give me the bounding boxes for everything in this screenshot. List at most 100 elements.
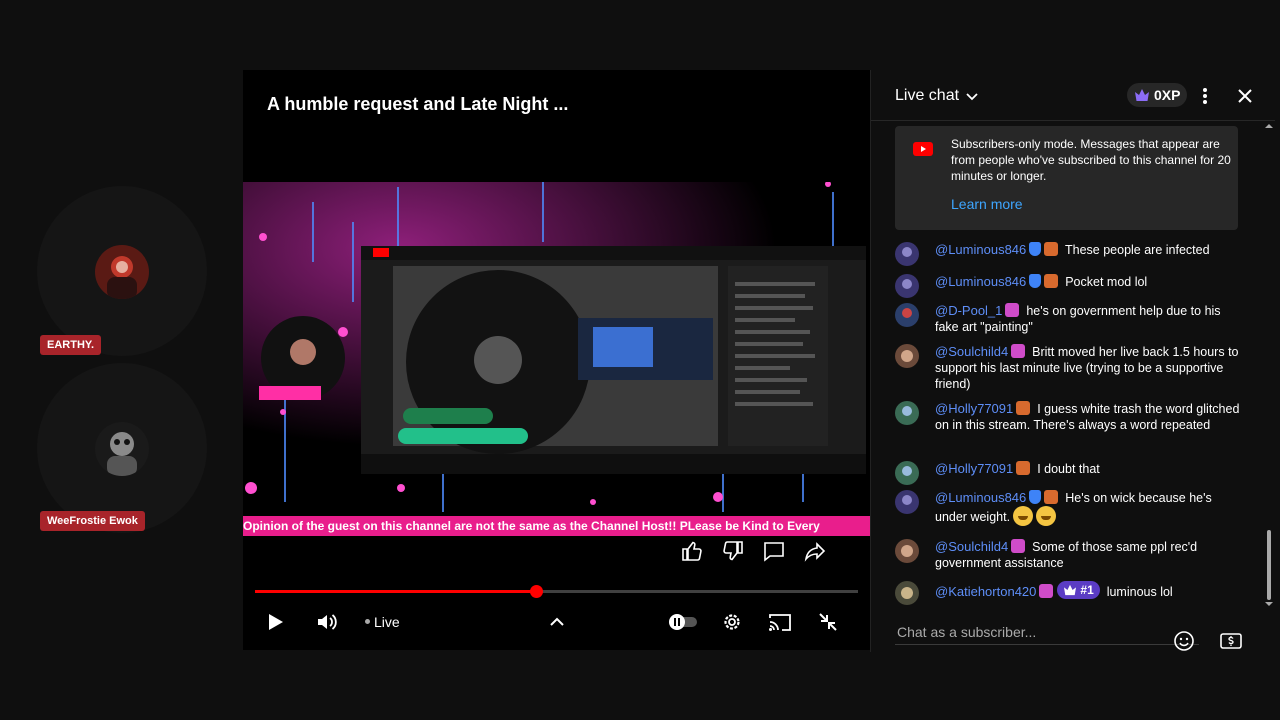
super-chat-icon: [1220, 633, 1242, 649]
notice-text: Subscribers-only mode. Messages that app…: [951, 137, 1231, 183]
crown-icon: [1064, 584, 1077, 596]
scroll-thumb[interactable]: [1267, 530, 1271, 600]
reaction-bar: [679, 538, 828, 564]
play-button[interactable]: [261, 608, 289, 636]
message-author[interactable]: @Katiehorton420: [935, 584, 1036, 599]
chat-message[interactable]: @Soulchild4 Britt moved her live back 1.…: [895, 344, 1240, 392]
member-badge-icon: [1044, 242, 1059, 256]
progress-scrubber[interactable]: [529, 585, 543, 598]
chat-message[interactable]: @Holly77091 I doubt that: [895, 461, 1240, 485]
xp-value: 0XP: [1154, 87, 1181, 103]
volume-icon: [318, 614, 337, 630]
player-controls: Live: [243, 606, 870, 638]
message-author[interactable]: @Luminous846: [935, 274, 1026, 289]
grinning-emoji-icon: [1013, 506, 1034, 526]
share-button[interactable]: [802, 538, 828, 564]
chat-message[interactable]: @D-Pool_1 he's on government help due to…: [895, 303, 1240, 335]
comment-icon: [764, 542, 784, 562]
message-text: Pocket mod lol: [1065, 275, 1148, 289]
message-author[interactable]: @Holly77091: [935, 401, 1013, 416]
news-ticker: Opinion of the guest on this channel are…: [243, 516, 870, 536]
chapters-button[interactable]: [543, 608, 571, 636]
chat-input-row: [871, 616, 1275, 652]
message-text: These people are infected: [1065, 243, 1210, 257]
avatar: [895, 303, 919, 327]
chat-input[interactable]: [895, 620, 1199, 645]
member-badge-icon: [1039, 584, 1054, 598]
play-icon: [269, 614, 283, 630]
chat-title: Live chat: [895, 87, 960, 104]
chat-message[interactable]: @Katiehorton420 #1 luminous lol: [895, 581, 1240, 605]
more-vert-icon: [1203, 88, 1207, 104]
chat-mode-dropdown[interactable]: Live chat: [895, 87, 979, 105]
exit-fullscreen-icon: [819, 613, 837, 631]
avatar: [95, 245, 149, 299]
chat-header: Live chat 0XP: [871, 70, 1275, 121]
avatar: [895, 344, 919, 368]
volume-button[interactable]: [313, 608, 341, 636]
thumb-down-icon: [723, 541, 743, 561]
live-chat-panel: Live chat 0XP Subscribers-only mode. Mes…: [870, 70, 1275, 652]
thumb-up-icon: [682, 541, 702, 561]
cast-button[interactable]: [766, 608, 794, 636]
message-author[interactable]: @Holly77091: [935, 461, 1013, 476]
message-author[interactable]: @Soulchild4: [935, 539, 1008, 554]
avatar: [95, 422, 149, 476]
learn-more-link[interactable]: Learn more: [951, 196, 1023, 212]
stream-video-frame[interactable]: [243, 182, 870, 512]
message-author[interactable]: @D-Pool_1: [935, 303, 1002, 318]
member-badge-icon: [1011, 539, 1026, 553]
sweat-smile-emoji-icon: [1036, 506, 1057, 526]
subscribers-only-notice: Subscribers-only mode. Messages that app…: [895, 126, 1238, 230]
autoplay-toggle-icon: [669, 614, 697, 630]
more-options-button[interactable]: [1193, 84, 1217, 108]
avatar: [895, 539, 919, 563]
chat-scrollbar[interactable]: [1265, 120, 1273, 608]
member-badge-icon: [1016, 401, 1031, 415]
super-chat-button[interactable]: [1217, 628, 1245, 654]
xp-badge[interactable]: 0XP: [1127, 83, 1188, 107]
participant-name: EARTHY.: [40, 335, 102, 355]
message-author[interactable]: @Soulchild4: [935, 344, 1008, 359]
share-icon: [804, 542, 826, 562]
emoji-button[interactable]: [1171, 628, 1197, 654]
moderator-badge-icon: [1029, 274, 1042, 288]
scroll-down-icon: [1265, 602, 1273, 606]
scroll-up-icon: [1265, 124, 1273, 128]
message-text: I doubt that: [1037, 462, 1100, 476]
progress-bar[interactable]: [255, 585, 858, 598]
chat-message[interactable]: @Holly77091 I guess white trash the word…: [895, 401, 1240, 433]
chat-message[interactable]: @Luminous846 He's on wick because he's u…: [895, 490, 1240, 526]
chat-message[interactable]: @Luminous846 These people are infected: [895, 242, 1240, 266]
like-button[interactable]: [679, 538, 705, 564]
member-badge-icon: [1011, 344, 1026, 358]
avatar: [895, 461, 919, 485]
chevron-down-icon: [966, 93, 978, 101]
settings-button[interactable]: [718, 608, 746, 636]
gear-icon: [724, 614, 740, 630]
member-badge-icon: [1044, 274, 1059, 288]
chat-message[interactable]: @Luminous846 Pocket mod lol: [895, 274, 1240, 298]
smiley-icon: [1174, 631, 1194, 651]
message-text: luminous lol: [1106, 585, 1173, 599]
member-badge-icon: [1016, 461, 1031, 475]
autoplay-toggle[interactable]: [667, 610, 699, 634]
live-label: Live: [374, 614, 400, 630]
message-author[interactable]: @Luminous846: [935, 242, 1026, 257]
message-author[interactable]: @Luminous846: [935, 490, 1026, 505]
live-dot: [365, 619, 370, 624]
comment-button[interactable]: [761, 538, 787, 564]
moderator-badge-icon: [1029, 242, 1042, 256]
avatar: [895, 242, 919, 266]
progress-fill: [255, 590, 536, 593]
video-title: A humble request and Late Night ...: [267, 94, 569, 114]
rank-badge: #1: [1057, 581, 1100, 599]
live-indicator[interactable]: Live: [365, 614, 400, 630]
video-player[interactable]: A humble request and Late Night ... Opin…: [243, 70, 870, 650]
dislike-button[interactable]: [720, 538, 746, 564]
chat-message[interactable]: @Soulchild4 Some of those same ppl rec'd…: [895, 539, 1240, 571]
cast-icon: [769, 614, 791, 631]
exit-fullscreen-button[interactable]: [814, 608, 842, 636]
close-chat-button[interactable]: [1233, 84, 1257, 108]
member-badge-icon: [1005, 303, 1020, 317]
